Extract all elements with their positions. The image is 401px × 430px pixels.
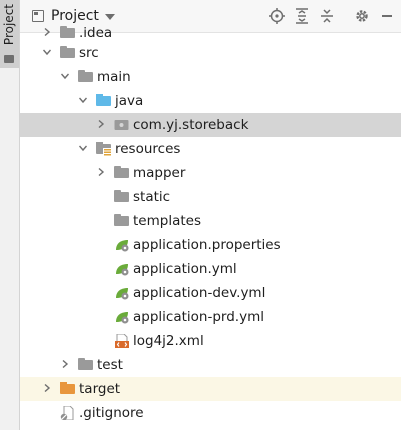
folder-icon (60, 46, 76, 60)
spring-config-icon (116, 312, 129, 324)
tree-row-label: java (115, 93, 144, 109)
xml-file-icon (115, 334, 129, 348)
folder-icon (60, 26, 76, 40)
tree-row-label: application.properties (133, 237, 281, 253)
package-icon (114, 120, 129, 130)
tree-row-label: log4j2.xml (133, 333, 204, 349)
tree-row-gitignore[interactable]: .gitignore (20, 401, 401, 425)
chevron-down-icon[interactable] (61, 72, 69, 80)
tree-row-application-prd-yml[interactable]: application-prd.yml (20, 305, 401, 329)
tree-row-label: com.yj.storeback (133, 117, 249, 133)
tree-row-application-dev-yml[interactable]: application-dev.yml (20, 281, 401, 305)
project-tool-tab-label: Project (2, 4, 16, 46)
folder-icon (78, 70, 94, 84)
chevron-right-icon[interactable] (97, 168, 105, 176)
tree-row-package[interactable]: com.yj.storeback (20, 113, 401, 137)
tree-row-label: templates (133, 213, 201, 229)
tree-row-label: target (79, 381, 121, 397)
folder-icon (114, 190, 130, 204)
project-tree: .idea src main java com.yj.storeback res… (20, 25, 401, 430)
tree-row-label: resources (115, 141, 181, 157)
chevron-right-icon[interactable] (61, 360, 69, 368)
folder-icon (78, 358, 94, 372)
folder-icon (114, 166, 130, 180)
tool-window-strip: Project (0, 0, 20, 430)
tree-row-static[interactable]: static (20, 185, 401, 209)
chevron-down-icon[interactable] (105, 14, 115, 20)
chevron-down-icon[interactable] (43, 48, 51, 56)
tree-row-label: application.yml (133, 261, 237, 277)
chevron-down-icon[interactable] (79, 96, 87, 104)
tree-row-label: application-dev.yml (133, 285, 266, 301)
tree-row-log4j2-xml[interactable]: log4j2.xml (20, 329, 401, 353)
chevron-right-icon[interactable] (43, 28, 51, 36)
tree-row-label: main (97, 69, 131, 85)
chevron-down-icon[interactable] (79, 144, 87, 152)
folder-icon (114, 214, 130, 228)
spring-config-icon (116, 240, 129, 252)
tree-row-mapper[interactable]: mapper (20, 161, 401, 185)
gitignore-icon (60, 406, 74, 420)
tree-row-label: application-prd.yml (133, 309, 264, 325)
tree-row-main[interactable]: main (20, 65, 401, 89)
tree-row-test[interactable]: test (20, 353, 401, 377)
tree-row-application-yml[interactable]: application.yml (20, 257, 401, 281)
spring-config-icon (116, 264, 129, 276)
chevron-right-icon[interactable] (43, 384, 51, 392)
source-folder-icon (96, 94, 112, 108)
tree-row-label: mapper (133, 165, 186, 181)
excluded-folder-icon (60, 382, 76, 396)
tree-row-label: test (97, 357, 123, 373)
project-tool-tab[interactable]: Project (0, 0, 19, 68)
chevron-right-icon[interactable] (97, 120, 105, 128)
folder-icon (4, 55, 14, 63)
tree-row-label: .idea (79, 25, 113, 41)
tree-row-target[interactable]: target (20, 377, 401, 401)
tree-row-java[interactable]: java (20, 89, 401, 113)
spring-config-icon (116, 288, 129, 300)
tree-row-templates[interactable]: templates (20, 209, 401, 233)
tree-row-label: src (79, 45, 99, 61)
tree-row-label: .gitignore (79, 405, 144, 421)
tree-row-src[interactable]: src (20, 41, 401, 65)
tree-row-label: static (133, 189, 171, 205)
tree-row-application-properties[interactable]: application.properties (20, 233, 401, 257)
tree-row-resources[interactable]: resources (20, 137, 401, 161)
resources-folder-icon (96, 142, 112, 156)
